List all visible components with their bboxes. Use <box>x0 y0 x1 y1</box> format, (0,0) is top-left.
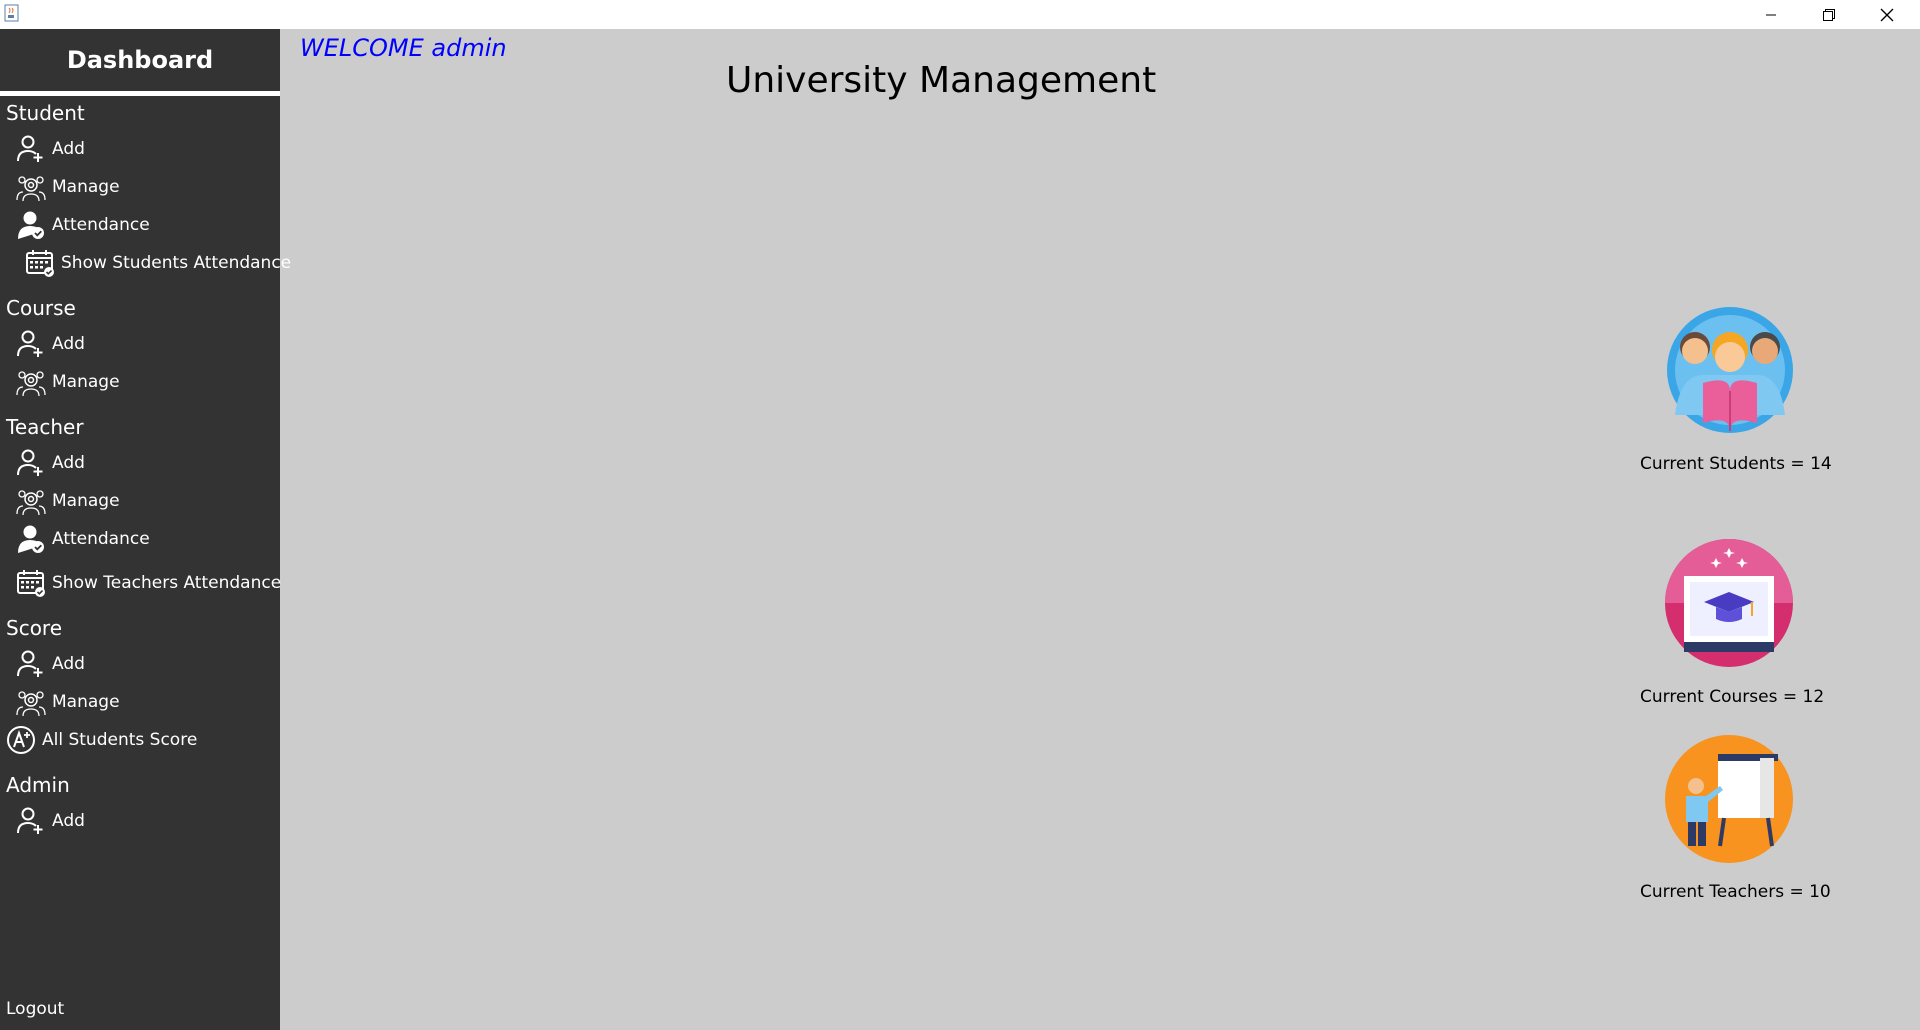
add-user-icon <box>16 134 46 164</box>
dashboard-title: Dashboard <box>66 46 214 74</box>
current-students-label: Current Students = 14 <box>1640 454 1832 474</box>
page-title: University Management <box>726 60 1157 101</box>
manage-group-icon <box>16 687 46 717</box>
manage-group-icon <box>16 486 46 516</box>
item-label: Add <box>52 334 85 354</box>
teacher-add-item[interactable]: Add <box>16 446 85 480</box>
section-title-score: Score <box>6 616 63 640</box>
teacher-attendance-item[interactable]: Attendance <box>16 522 150 556</box>
calendar-check-icon <box>16 568 46 598</box>
course-manage-item[interactable]: Manage <box>16 365 120 399</box>
score-manage-item[interactable]: Manage <box>16 685 120 719</box>
restore-button[interactable] <box>1800 0 1858 29</box>
course-add-item[interactable]: Add <box>16 327 85 361</box>
section-title-student: Student <box>6 101 85 125</box>
student-add-item[interactable]: Add <box>16 132 85 166</box>
teacher-board-icon <box>1664 734 1794 864</box>
item-label: Manage <box>52 177 120 197</box>
graduation-cap-screen-icon <box>1664 538 1794 668</box>
sidebar: Dashboard Student Add Manage Attendance … <box>0 29 291 1030</box>
java-cup-icon <box>4 4 20 22</box>
add-user-icon <box>16 806 46 836</box>
item-label: Add <box>52 139 85 159</box>
attendance-icon <box>16 210 46 240</box>
show-teachers-attendance-item[interactable]: Show Teachers Attendance <box>16 566 281 600</box>
current-courses-label: Current Courses = 12 <box>1640 687 1825 707</box>
add-user-icon <box>16 649 46 679</box>
all-students-score-item[interactable]: All Students Score <box>6 723 197 757</box>
item-label: Add <box>52 453 85 473</box>
close-button[interactable] <box>1858 0 1916 29</box>
minimize-button[interactable] <box>1742 0 1800 29</box>
welcome-message: WELCOME admin <box>300 34 507 62</box>
admin-add-item[interactable]: Add <box>16 804 85 838</box>
item-label: Manage <box>52 491 120 511</box>
window-title-bar <box>0 0 1920 29</box>
section-title-teacher: Teacher <box>6 415 84 439</box>
divider <box>0 91 280 96</box>
grade-a-plus-icon <box>6 725 36 755</box>
item-label: Manage <box>52 692 120 712</box>
section-title-admin: Admin <box>6 773 70 797</box>
item-label: Add <box>52 654 85 674</box>
item-label: Show Students Attendance <box>61 253 292 273</box>
manage-group-icon <box>16 367 46 397</box>
section-title-course: Course <box>6 296 76 320</box>
add-user-icon <box>16 329 46 359</box>
item-label: Show Teachers Attendance <box>52 573 282 593</box>
student-attendance-item[interactable]: Attendance <box>16 208 150 242</box>
manage-group-icon <box>16 172 46 202</box>
item-label: Add <box>52 811 85 831</box>
add-user-icon <box>16 448 46 478</box>
logout-link[interactable]: Logout <box>6 999 64 1019</box>
attendance-icon <box>16 524 46 554</box>
item-label: All Students Score <box>42 730 198 750</box>
show-students-attendance-item[interactable]: Show Students Attendance <box>25 246 291 280</box>
score-add-item[interactable]: Add <box>16 647 85 681</box>
item-label: Manage <box>52 372 120 392</box>
teacher-manage-item[interactable]: Manage <box>16 484 120 518</box>
student-manage-item[interactable]: Manage <box>16 170 120 204</box>
item-label: Attendance <box>52 215 150 235</box>
students-reading-icon <box>1665 305 1795 435</box>
calendar-check-icon <box>25 248 55 278</box>
current-teachers-label: Current Teachers = 10 <box>1640 882 1831 902</box>
item-label: Attendance <box>52 529 150 549</box>
